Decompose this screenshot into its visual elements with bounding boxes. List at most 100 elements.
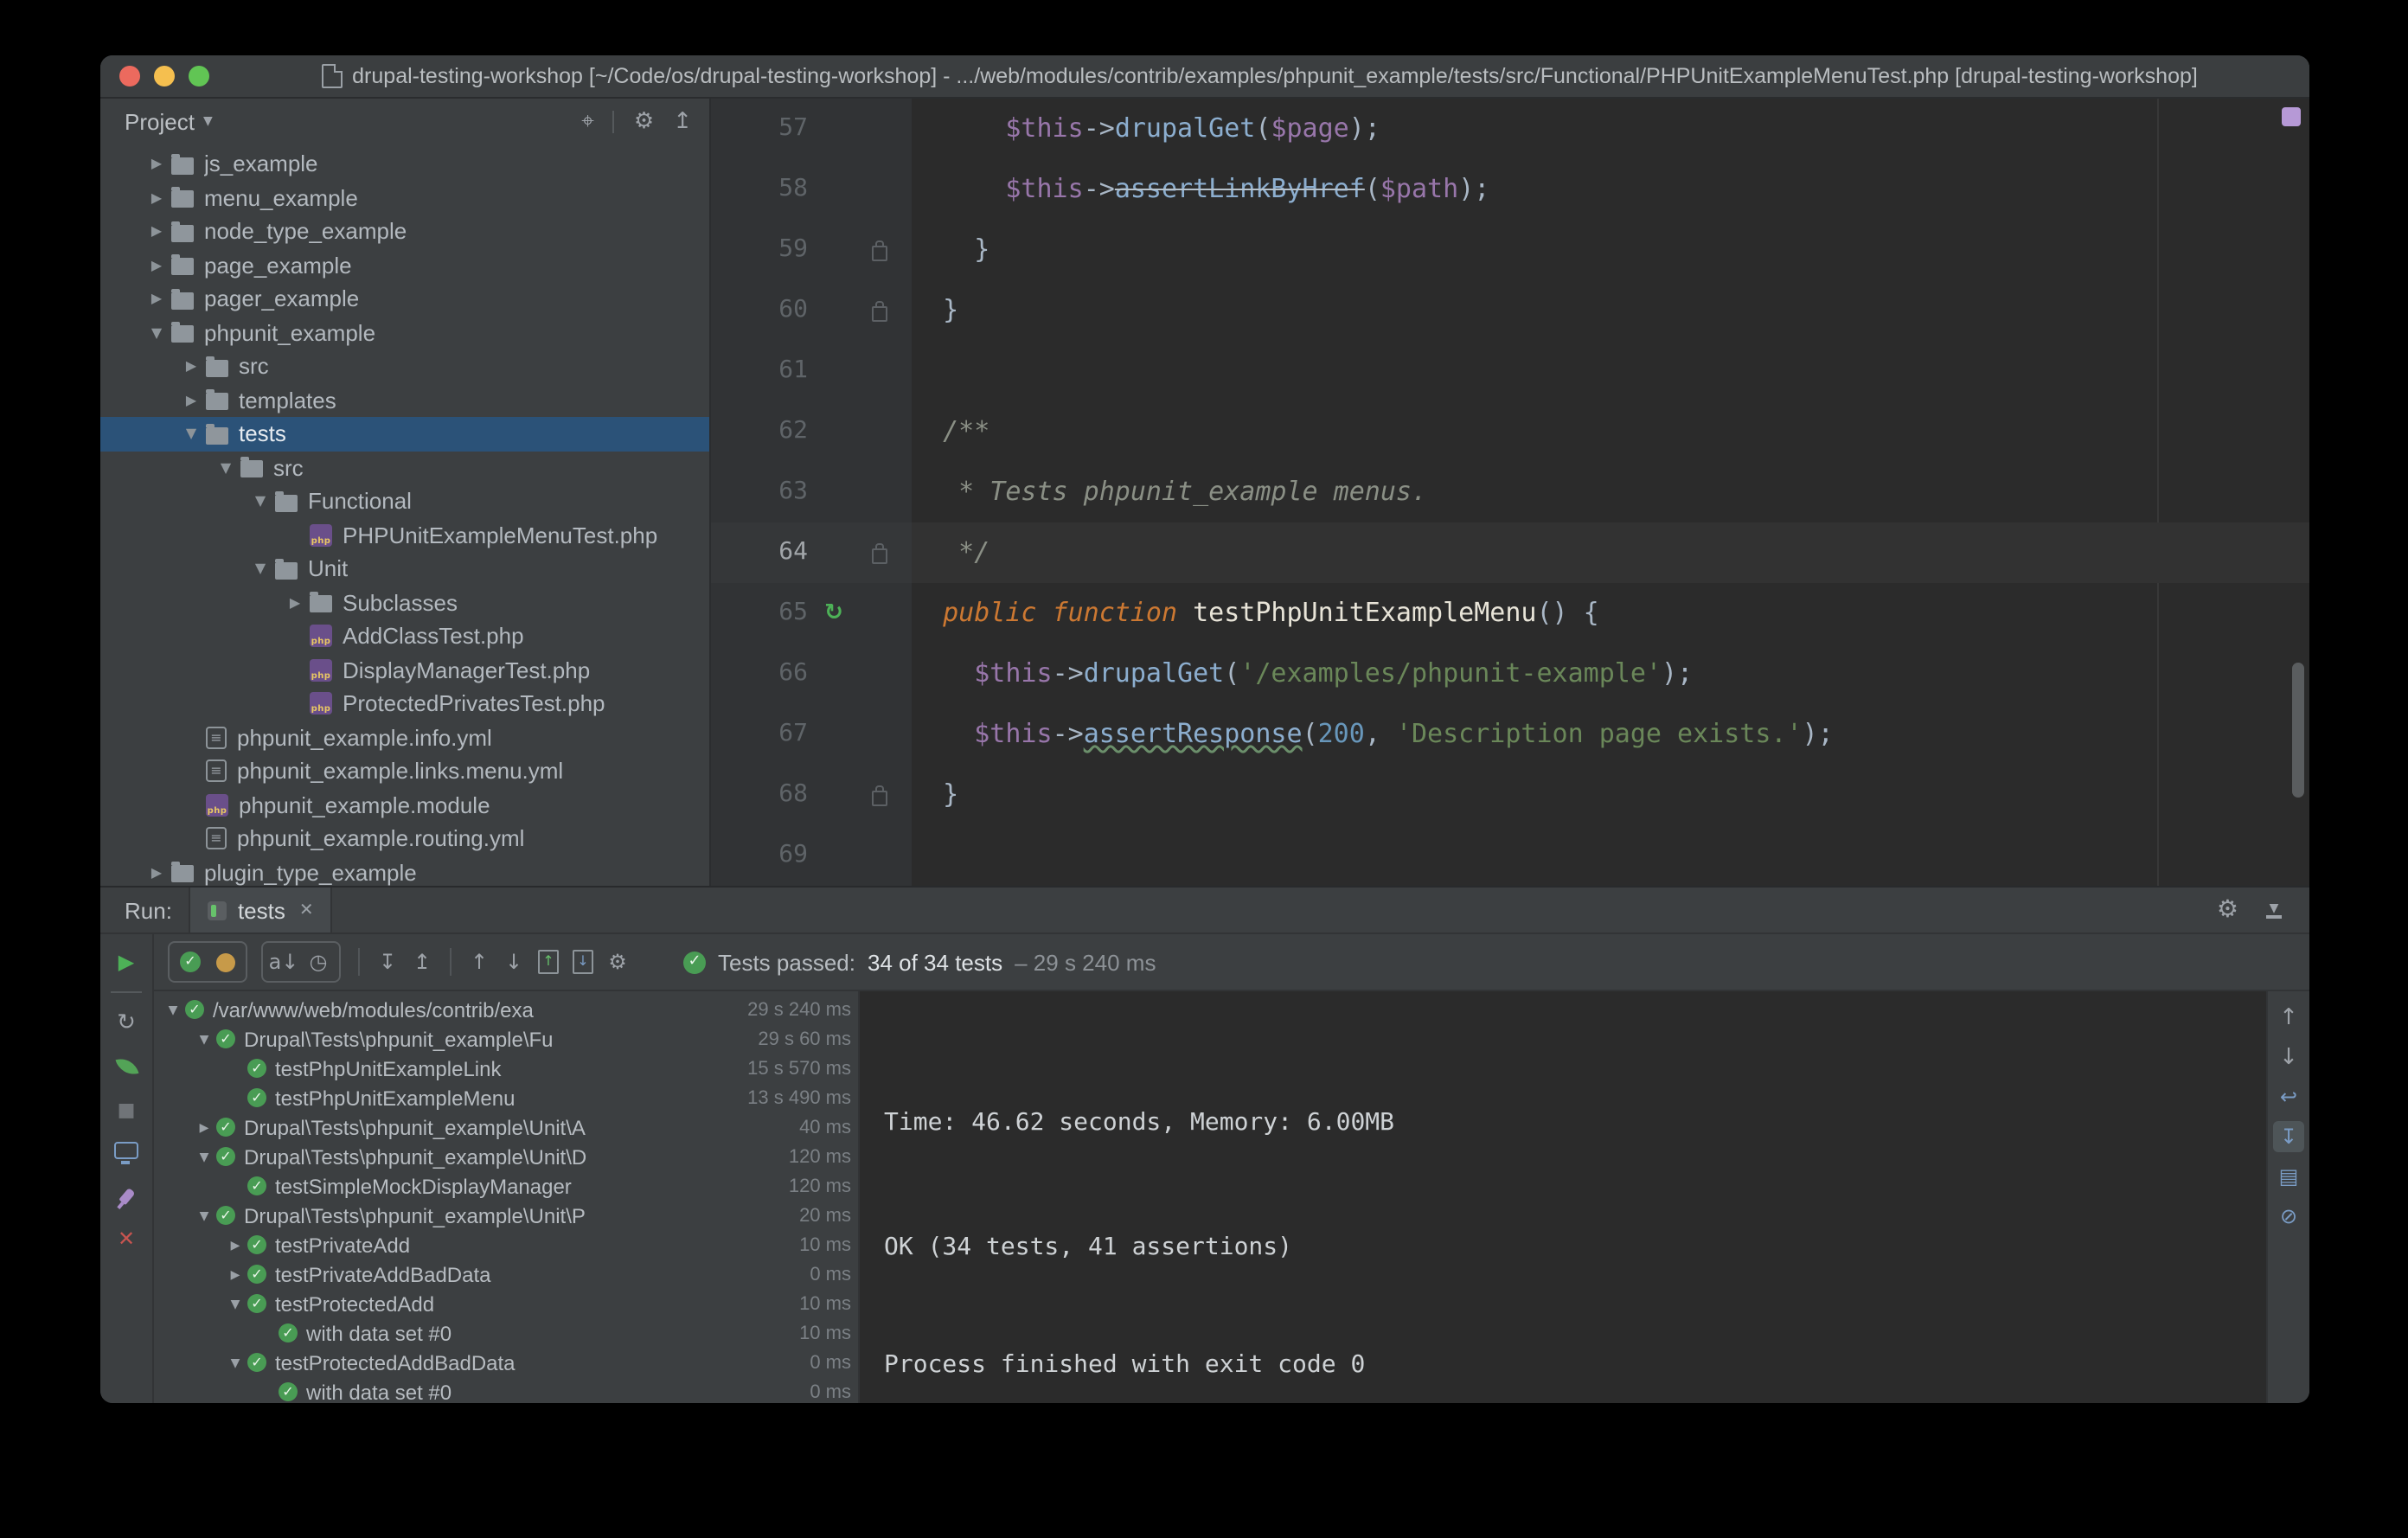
project-tree-item[interactable]: DisplayManagerTest.php (100, 653, 709, 687)
project-tree-item[interactable]: phpunit_example.links.menu.yml (100, 754, 709, 788)
export-test-results-button[interactable]: ↑ (531, 945, 566, 979)
sort-by-duration-button[interactable]: ◷ (301, 945, 336, 979)
chevron-right-icon[interactable]: ▶ (142, 865, 171, 881)
code-line[interactable]: 61 (711, 341, 2309, 401)
project-panel-title[interactable]: Project (125, 108, 195, 134)
titlebar[interactable]: drupal-testing-workshop [~/Code/os/drupa… (100, 55, 2309, 99)
project-tree-item[interactable]: PHPUnitExampleMenuTest.php (100, 518, 709, 552)
code-line[interactable]: 63 * Tests phpunit_example menus. (711, 462, 2309, 522)
project-tree-item[interactable]: ▼ Functional (100, 484, 709, 518)
gear-icon[interactable]: ⚙ (2217, 898, 2238, 922)
test-tree-item[interactable]: ▶ ✓ testPrivateAdd 10 ms (154, 1230, 858, 1259)
stop-icon[interactable]: ■ (100, 1090, 152, 1128)
sort-alphabetically-button[interactable]: a↓ (266, 945, 301, 979)
test-tree-item[interactable]: ✓ with data set #0 10 ms (154, 1318, 858, 1348)
editor[interactable]: 57 $this->drupalGet($page); 58 $this->ass… (711, 99, 2309, 886)
project-tree-item[interactable]: ▶ page_example (100, 248, 709, 282)
fold-marker-icon[interactable] (871, 785, 887, 806)
print-icon[interactable]: ▤ (2273, 1161, 2304, 1192)
test-tree-item[interactable]: ▼ ✓ testProtectedAddBadData 0 ms (154, 1348, 858, 1377)
chevron-right-icon[interactable]: ▶ (223, 1238, 247, 1252)
rerun-icon[interactable]: ↻ (100, 1003, 152, 1041)
minimize-window-button[interactable] (154, 66, 175, 87)
chevron-down-icon[interactable]: ▼ (176, 426, 206, 442)
chevron-down-icon[interactable]: ▼ (211, 460, 240, 476)
console-output[interactable]: Time: 46.62 seconds, Memory: 6.00MB OK (3… (860, 991, 2266, 1403)
close-tab-icon[interactable]: ✕ (299, 900, 314, 920)
gear-icon[interactable]: ⚙ (634, 110, 654, 132)
chevron-down-icon[interactable]: ▼ (192, 1150, 216, 1163)
project-tree-item[interactable]: ▶ pager_example (100, 282, 709, 316)
project-tree-item[interactable]: phpunit_example.module (100, 788, 709, 822)
expand-all-button[interactable]: ↧ (370, 945, 405, 979)
chevron-right-icon[interactable]: ▶ (142, 224, 171, 240)
chevron-down-icon[interactable]: ▼ (161, 1003, 185, 1016)
project-tree-item[interactable]: ▶ templates (100, 383, 709, 417)
show-console-icon[interactable] (100, 1133, 152, 1171)
chevron-down-icon[interactable]: ▼ (246, 561, 275, 577)
chevron-right-icon[interactable]: ▶ (142, 292, 171, 307)
scroll-to-end-icon[interactable]: ↧ (2273, 1121, 2304, 1152)
locate-file-icon[interactable]: ⌖ (581, 110, 594, 132)
chevron-right-icon[interactable]: ▶ (176, 393, 206, 408)
hide-panel-icon[interactable]: ▼ (2266, 901, 2282, 918)
project-tree-item[interactable]: phpunit_example.routing.yml (100, 822, 709, 856)
project-tree-item[interactable]: ▶ Subclasses (100, 586, 709, 619)
project-tree-item[interactable]: AddClassTest.php (100, 619, 709, 653)
project-tree-item[interactable]: ▶ src (100, 349, 709, 383)
test-tree-item[interactable]: ✓ with data set #0 0 ms (154, 1377, 858, 1403)
code-line[interactable]: 67 $this->assertResponse(200, 'Descripti… (711, 704, 2309, 765)
auto-test-icon[interactable] (100, 1047, 152, 1085)
soft-wrap-icon[interactable]: ↩ (2273, 1081, 2304, 1112)
chevron-right-icon[interactable]: ▶ (142, 258, 171, 273)
project-tree-item[interactable]: ▼ tests (100, 417, 709, 451)
test-tree-item[interactable]: ▶ ✓ Drupal\Tests\phpunit_example\Unit\A 40 … (154, 1112, 858, 1142)
project-tree-item[interactable]: phpunit_example.info.yml (100, 721, 709, 754)
test-tree-item[interactable]: ▼ ✓ Drupal\Tests\phpunit_example\Fu 29 s 60… (154, 1024, 858, 1054)
next-occurrence-button[interactable]: ↓ (496, 945, 531, 979)
project-tree-item[interactable]: ▶ node_type_example (100, 215, 709, 248)
scroll-down-icon[interactable]: ↓ (2273, 1041, 2304, 1073)
project-tree-item[interactable]: ▼ Unit (100, 552, 709, 586)
chevron-down-icon[interactable]: ▼ (192, 1032, 216, 1046)
project-tree-item[interactable]: ▶ plugin_type_example (100, 856, 709, 886)
show-passed-toggle[interactable]: ✓ (173, 945, 208, 979)
test-tree-item[interactable]: ✓ testSimpleMockDisplayManager 120 ms (154, 1171, 858, 1201)
code-line[interactable]: 66 $this->drupalGet('/examples/phpunit-e… (711, 644, 2309, 704)
chevron-right-icon[interactable]: ▶ (223, 1267, 247, 1281)
project-tree-item[interactable]: ProtectedPrivatesTest.php (100, 687, 709, 721)
fold-marker-icon[interactable] (871, 240, 887, 261)
code-line[interactable]: 59 } (711, 220, 2309, 280)
chevron-down-icon[interactable]: ▼ (142, 325, 171, 341)
import-test-results-button[interactable]: ↓ (566, 945, 600, 979)
chevron-right-icon[interactable]: ▶ (142, 157, 171, 172)
project-tree-item[interactable]: ▶ js_example (100, 147, 709, 181)
chevron-right-icon[interactable]: ▶ (176, 359, 206, 375)
code-line[interactable]: 58 $this->assertLinkByHref($path); (711, 159, 2309, 220)
test-settings-button[interactable]: ⚙ (600, 945, 635, 979)
run-test-icon[interactable]: ↻ (808, 583, 860, 644)
show-ignored-toggle[interactable] (208, 945, 242, 979)
fold-marker-icon[interactable] (871, 543, 887, 564)
code-line[interactable]: 68 } (711, 765, 2309, 825)
code-line[interactable]: 65 ↻ public function testPhpUnitExampleMe… (711, 583, 2309, 644)
project-tree-item[interactable]: ▼ src (100, 451, 709, 484)
scroll-up-icon[interactable]: ↑ (2273, 1002, 2304, 1033)
collapse-all-icon[interactable]: ↥ (673, 110, 692, 132)
code-line[interactable]: 62 /** (711, 401, 2309, 462)
test-tree-item[interactable]: ▼ ✓ Drupal\Tests\phpunit_example\Unit\D 120… (154, 1142, 858, 1171)
chevron-down-icon[interactable]: ▼ (223, 1355, 247, 1369)
test-tree-item[interactable]: ▶ ✓ testPrivateAddBadData 0 ms (154, 1259, 858, 1289)
code-line[interactable]: 64 */ (711, 522, 2309, 583)
project-tree-item[interactable]: ▶ menu_example (100, 181, 709, 215)
pin-icon[interactable] (100, 1176, 152, 1214)
chevron-down-icon[interactable]: ▼ (246, 494, 275, 509)
chevron-down-icon[interactable]: ▼ (192, 1208, 216, 1222)
chevron-down-icon[interactable]: ▼ (223, 1297, 247, 1311)
chevron-right-icon[interactable]: ▶ (280, 595, 310, 611)
chevron-down-icon[interactable]: ▼ (203, 114, 213, 128)
inspections-indicator[interactable] (2282, 107, 2301, 126)
previous-occurrence-button[interactable]: ↑ (462, 945, 496, 979)
zoom-window-button[interactable] (189, 66, 209, 87)
test-tree-item[interactable]: ▼ ✓ /var/www/web/modules/contrib/exa 29 s 2… (154, 995, 858, 1024)
